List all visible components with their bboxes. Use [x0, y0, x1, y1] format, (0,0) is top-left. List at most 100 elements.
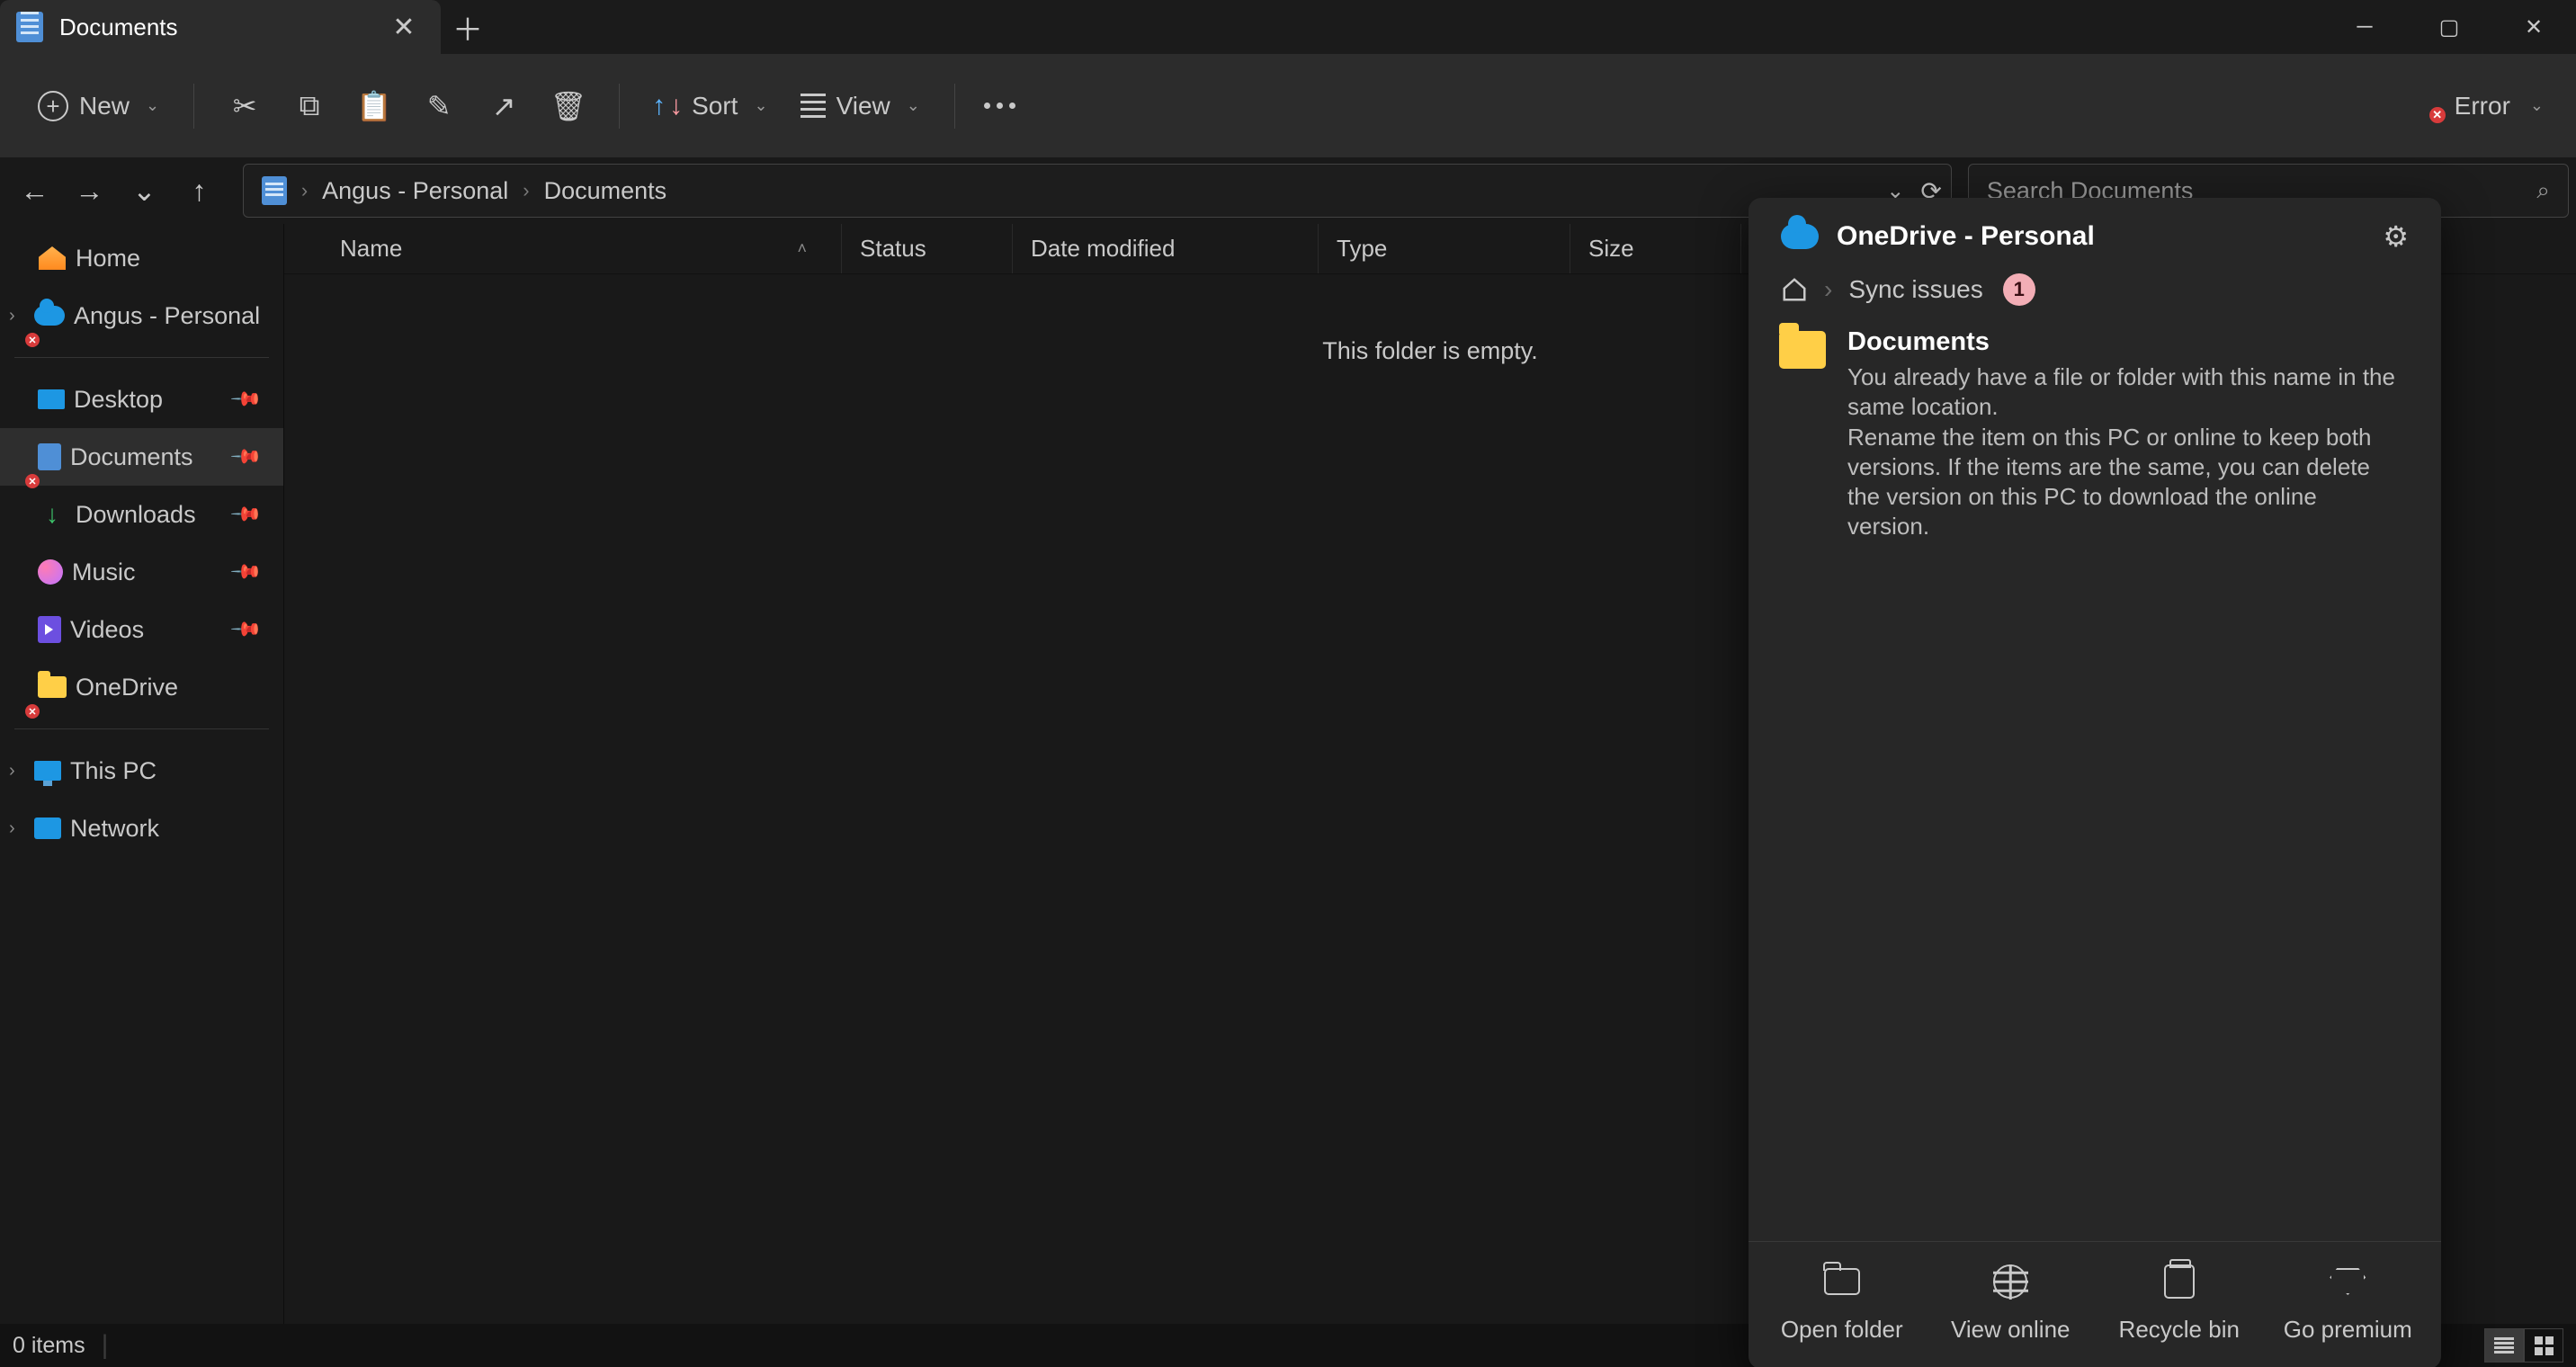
details-view-toggle[interactable]	[2484, 1328, 2524, 1363]
flyout-title: OneDrive - Personal	[1837, 221, 2095, 252]
flyout-crumb[interactable]: Sync issues	[1848, 275, 1982, 304]
breadcrumb-item[interactable]: Documents	[544, 177, 667, 205]
globe-icon	[1993, 1264, 2027, 1299]
view-button[interactable]: View ⌄	[784, 80, 936, 132]
copy-button[interactable]: ⧉	[277, 80, 342, 132]
downloads-icon: ↓	[38, 500, 67, 529]
this-pc-icon	[34, 761, 61, 781]
folder-icon	[1824, 1268, 1860, 1295]
paste-icon: 📋	[358, 90, 390, 122]
recycle-bin-button[interactable]: Recycle bin	[2098, 1264, 2260, 1344]
chevron-down-icon: ⌄	[907, 96, 920, 115]
address-bar[interactable]: › Angus - Personal › Documents ⌄ ⟳	[243, 164, 1952, 218]
sidebar-item-onedrive-personal[interactable]: ›✕Angus - Personal	[0, 287, 283, 344]
cut-button[interactable]: ✂	[212, 80, 277, 132]
forward-button[interactable]: →	[62, 161, 117, 220]
videos-icon	[38, 616, 61, 643]
up-button[interactable]: ↑	[172, 161, 227, 220]
search-icon: ⌕	[2536, 176, 2550, 205]
sync-issue-item[interactable]: Documents You already have a file or fol…	[1779, 327, 2405, 542]
share-icon: ↗	[487, 90, 520, 122]
pin-icon[interactable]: 📌	[228, 612, 263, 647]
tab-documents[interactable]: Documents ✕	[0, 0, 441, 54]
toolbar: + New ⌄ ✂ ⧉ 📋 ✎ ↗ 🗑 Sort ⌄ View ⌄	[0, 54, 2576, 157]
onedrive-icon	[34, 306, 65, 326]
onedrive-icon	[1781, 224, 1819, 249]
recent-button[interactable]: ⌄	[117, 161, 172, 220]
sidebar-item-label: This PC	[70, 757, 157, 785]
delete-button[interactable]: 🗑	[536, 80, 601, 132]
pin-icon[interactable]: 📌	[228, 555, 263, 589]
onedrive-error-button[interactable]: ✕ Error ⌄	[2397, 80, 2560, 132]
delete-icon: 🗑	[552, 90, 585, 122]
more-button[interactable]	[968, 80, 1032, 132]
sort-label: Sort	[692, 92, 738, 121]
sidebar-item-label: Network	[70, 815, 159, 843]
column-name[interactable]: Name˄	[284, 224, 842, 273]
sidebar-item-label: OneDrive	[76, 674, 178, 701]
ellipsis-icon	[984, 103, 1015, 109]
sidebar-item-music[interactable]: Music📌	[0, 543, 283, 601]
sidebar-item-label: Home	[76, 245, 140, 273]
error-badge-icon: ✕	[25, 704, 40, 719]
paste-button[interactable]: 📋	[342, 80, 407, 132]
pin-icon[interactable]: 📌	[228, 497, 263, 532]
open-folder-button[interactable]: Open folder	[1761, 1264, 1923, 1344]
sort-icon	[654, 91, 681, 121]
sort-asc-icon: ˄	[797, 239, 823, 258]
share-button[interactable]: ↗	[471, 80, 536, 132]
chevron-right-icon: ›	[1824, 275, 1832, 304]
divider: |	[102, 1330, 109, 1361]
expand-icon[interactable]: ›	[9, 761, 15, 782]
pin-icon[interactable]: 📌	[228, 440, 263, 474]
view-label: View	[836, 92, 890, 121]
sidebar-item-documents[interactable]: ✕Documents📌	[0, 428, 283, 486]
sidebar-item-network[interactable]: › Network	[0, 800, 283, 857]
tab-title: Documents	[59, 13, 178, 41]
pin-icon[interactable]: 📌	[228, 382, 263, 416]
breadcrumb-item[interactable]: Angus - Personal	[322, 177, 508, 205]
issue-item-desc-2: Rename the item on this PC or online to …	[1847, 423, 2405, 542]
onedrive-error-icon: ✕	[2413, 93, 2440, 120]
new-label: New	[79, 92, 130, 121]
view-online-button[interactable]: View online	[1929, 1264, 2091, 1344]
sidebar-item-label: Desktop	[74, 386, 163, 414]
rename-icon: ✎	[423, 90, 455, 122]
documents-icon	[38, 443, 61, 470]
column-type[interactable]: Type	[1319, 224, 1570, 273]
separator	[193, 84, 194, 129]
tab-close-button[interactable]: ✕	[389, 12, 419, 42]
chevron-down-icon: ⌄	[2530, 96, 2544, 115]
expand-icon[interactable]: ›	[9, 818, 15, 839]
folder-icon	[1779, 331, 1826, 369]
minimize-button[interactable]: ─	[2322, 0, 2407, 54]
sidebar-item-label: Documents	[70, 443, 193, 471]
close-window-button[interactable]: ✕	[2491, 0, 2576, 54]
plus-circle-icon: +	[38, 91, 68, 121]
item-count: 0 items	[13, 1333, 85, 1359]
sidebar-item-desktop[interactable]: Desktop 📌	[0, 371, 283, 428]
sidebar-item-home[interactable]: Home	[0, 229, 283, 287]
sidebar-item-videos[interactable]: Videos📌	[0, 601, 283, 658]
flyout-home-button[interactable]	[1781, 276, 1808, 303]
maximize-button[interactable]: ▢	[2407, 0, 2491, 54]
home-icon	[38, 244, 67, 273]
folder-icon	[38, 676, 67, 698]
expand-icon[interactable]: ›	[9, 306, 15, 326]
column-date[interactable]: Date modified	[1013, 224, 1319, 273]
sidebar-item-downloads[interactable]: ↓Downloads📌	[0, 486, 283, 543]
tiles-view-toggle[interactable]	[2524, 1328, 2563, 1363]
column-status[interactable]: Status	[842, 224, 1013, 273]
music-icon	[38, 559, 63, 585]
new-button[interactable]: + New ⌄	[22, 80, 175, 132]
settings-button[interactable]: ⚙	[2383, 219, 2409, 254]
new-tab-button[interactable]: ＋	[441, 0, 495, 54]
recycle-bin-icon	[2164, 1264, 2195, 1299]
sort-button[interactable]: Sort ⌄	[638, 80, 783, 132]
column-size[interactable]: Size	[1570, 224, 1741, 273]
back-button[interactable]: ←	[7, 161, 62, 220]
go-premium-button[interactable]: Go premium	[2267, 1264, 2428, 1344]
sidebar-item-this-pc[interactable]: › This PC	[0, 742, 283, 800]
rename-button[interactable]: ✎	[407, 80, 471, 132]
sidebar-item-onedrive[interactable]: ✕ OneDrive	[0, 658, 283, 716]
